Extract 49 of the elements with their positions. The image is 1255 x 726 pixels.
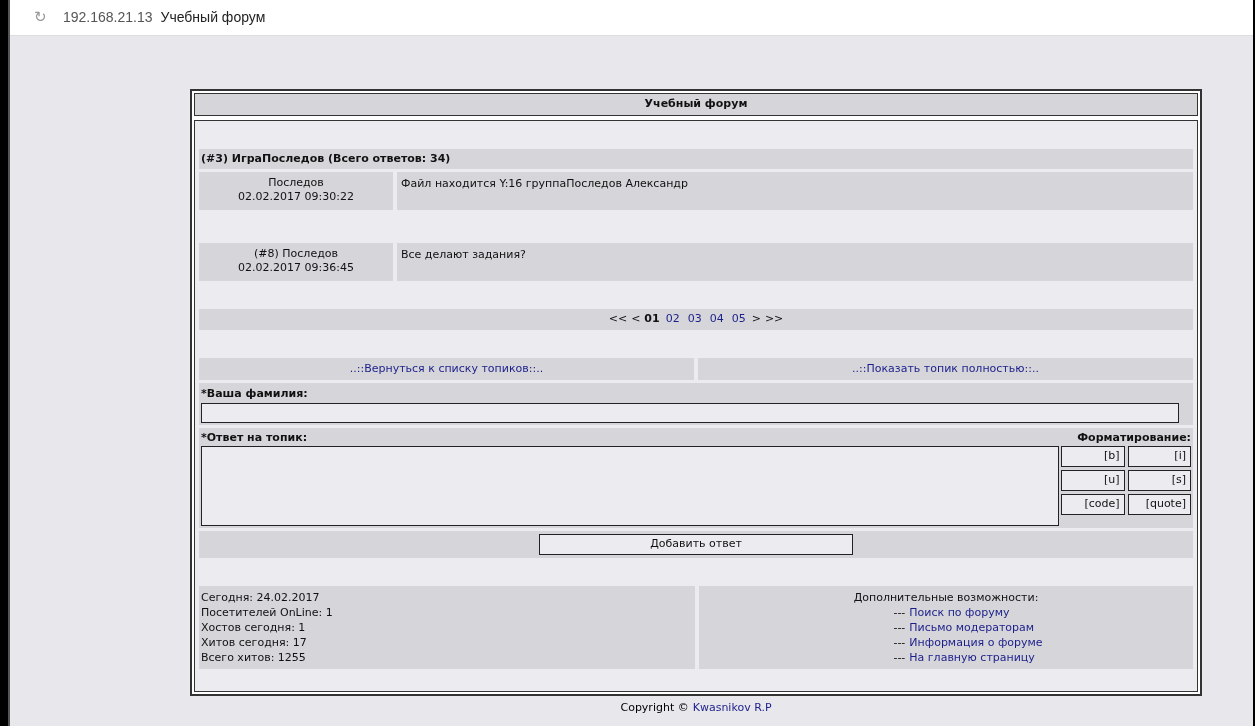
next-page-link[interactable]: >: [751, 311, 761, 328]
address-text[interactable]: 192.168.21.13: [63, 7, 153, 28]
extras-link[interactable]: Письмо модераторам: [909, 620, 1035, 635]
link-prefix: ---: [893, 650, 906, 665]
post-date: 02.02.2017 09:36:45: [237, 261, 355, 275]
page-link[interactable]: 03: [687, 311, 702, 328]
page-link[interactable]: 01: [644, 311, 660, 328]
stat-text: Всего хитов: 1255: [201, 650, 307, 665]
extras-title: Дополнительные возможности:: [853, 590, 1039, 605]
reply-textarea[interactable]: [201, 446, 1059, 526]
format-button[interactable]: [i]: [1127, 446, 1191, 467]
post-text: Файл находится Y:16 группаПоследов Александр: [397, 172, 1193, 210]
link-prefix: ---: [893, 620, 906, 635]
extras-link[interactable]: На главную страницу: [909, 650, 1035, 665]
formatting-label: Форматирование:: [1076, 429, 1191, 446]
previous-page-link[interactable]: <: [631, 311, 641, 328]
author-name: (#8) Последов: [253, 247, 339, 261]
link-prefix: ---: [893, 635, 906, 650]
last-page-link[interactable]: >>: [764, 311, 784, 328]
nav-link[interactable]: ..::Показать топик полностью::..: [698, 357, 1193, 380]
stat-text: Хостов сегодня: 1: [201, 620, 307, 635]
surname-field[interactable]: [201, 402, 1179, 423]
format-button[interactable]: [b]: [1061, 446, 1125, 467]
stat-text: Хитов сегодня: 17: [201, 635, 308, 650]
page-link[interactable]: 05: [731, 311, 746, 328]
format-button[interactable]: [quote]: [1127, 494, 1191, 515]
field-label: *Ответ на топик:: [201, 429, 309, 446]
format-button[interactable]: [code]: [1061, 494, 1125, 515]
copyright-text: Copyright ©: [620, 700, 689, 716]
post-text: Все делают задания?: [397, 243, 1193, 281]
author-link[interactable]: Kwasnikov R.P: [692, 700, 772, 717]
format-button[interactable]: [u]: [1061, 470, 1125, 491]
extras-link[interactable]: Поиск по форуму: [909, 605, 1010, 620]
first-page-link[interactable]: <<: [608, 311, 628, 328]
page-link[interactable]: 04: [709, 311, 724, 328]
format-button[interactable]: [s]: [1127, 470, 1191, 491]
topic-heading: (#3) ИграПоследов (Всего ответов: 34): [199, 148, 1193, 169]
field-label: *Ваша фамилия:: [201, 386, 309, 402]
page-title: Учебный форум: [160, 8, 266, 27]
stat-text: Сегодня: 24.02.2017: [201, 590, 321, 605]
link-prefix: ---: [893, 605, 906, 620]
post-date: 02.02.2017 09:30:22: [237, 190, 355, 204]
nav-link[interactable]: ..::Вернуться к списку топиков::..: [199, 357, 694, 380]
page-link[interactable]: 02: [665, 311, 680, 328]
author-name: Последов: [267, 176, 325, 190]
forum-title: Учебный форум: [194, 93, 1198, 116]
stat-text: Посетителей OnLine: 1: [201, 605, 334, 620]
extras-link[interactable]: Информация о форуме: [909, 635, 1043, 650]
submit-button[interactable]: Добавить ответ: [539, 534, 853, 555]
